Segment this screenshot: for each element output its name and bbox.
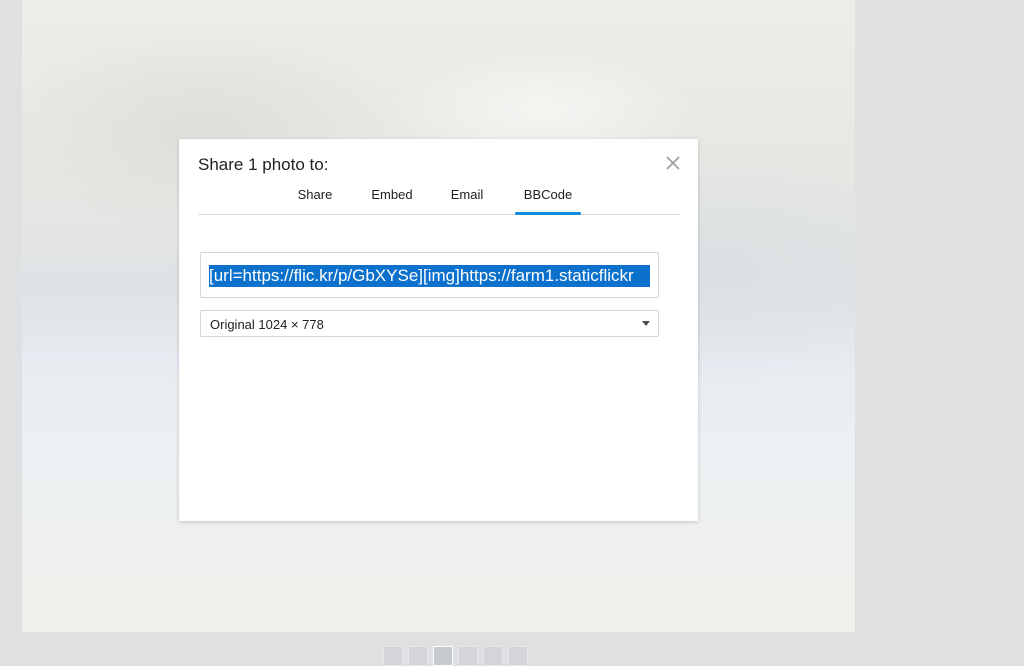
bbcode-text: [url=https://flic.kr/p/GbXYSe][img]https… bbox=[209, 265, 650, 287]
photo-thumbnail-active[interactable] bbox=[433, 646, 453, 666]
share-tabs: Share Embed Email BBCode bbox=[198, 186, 680, 215]
tab-email[interactable]: Email bbox=[450, 186, 484, 214]
photo-thumbnail[interactable] bbox=[508, 646, 528, 666]
tab-bbcode[interactable]: BBCode bbox=[515, 186, 581, 215]
chevron-down-icon bbox=[642, 321, 650, 326]
share-dialog: Share 1 photo to: Share Embed Email BBCo… bbox=[179, 139, 698, 521]
close-icon bbox=[663, 153, 683, 173]
close-button[interactable] bbox=[663, 153, 683, 173]
photo-thumbnail[interactable] bbox=[458, 646, 478, 666]
photo-strip bbox=[383, 646, 528, 666]
tab-embed[interactable]: Embed bbox=[370, 186, 414, 214]
bbcode-textarea[interactable]: [url=https://flic.kr/p/GbXYSe][img]https… bbox=[200, 252, 659, 298]
tab-share[interactable]: Share bbox=[297, 186, 333, 214]
photo-thumbnail[interactable] bbox=[483, 646, 503, 666]
size-select-value: Original 1024 × 778 bbox=[210, 317, 324, 332]
dialog-title: Share 1 photo to: bbox=[198, 155, 329, 174]
size-select[interactable]: Original 1024 × 778 bbox=[200, 310, 659, 337]
photo-thumbnail[interactable] bbox=[383, 646, 403, 666]
photo-thumbnail[interactable] bbox=[408, 646, 428, 666]
